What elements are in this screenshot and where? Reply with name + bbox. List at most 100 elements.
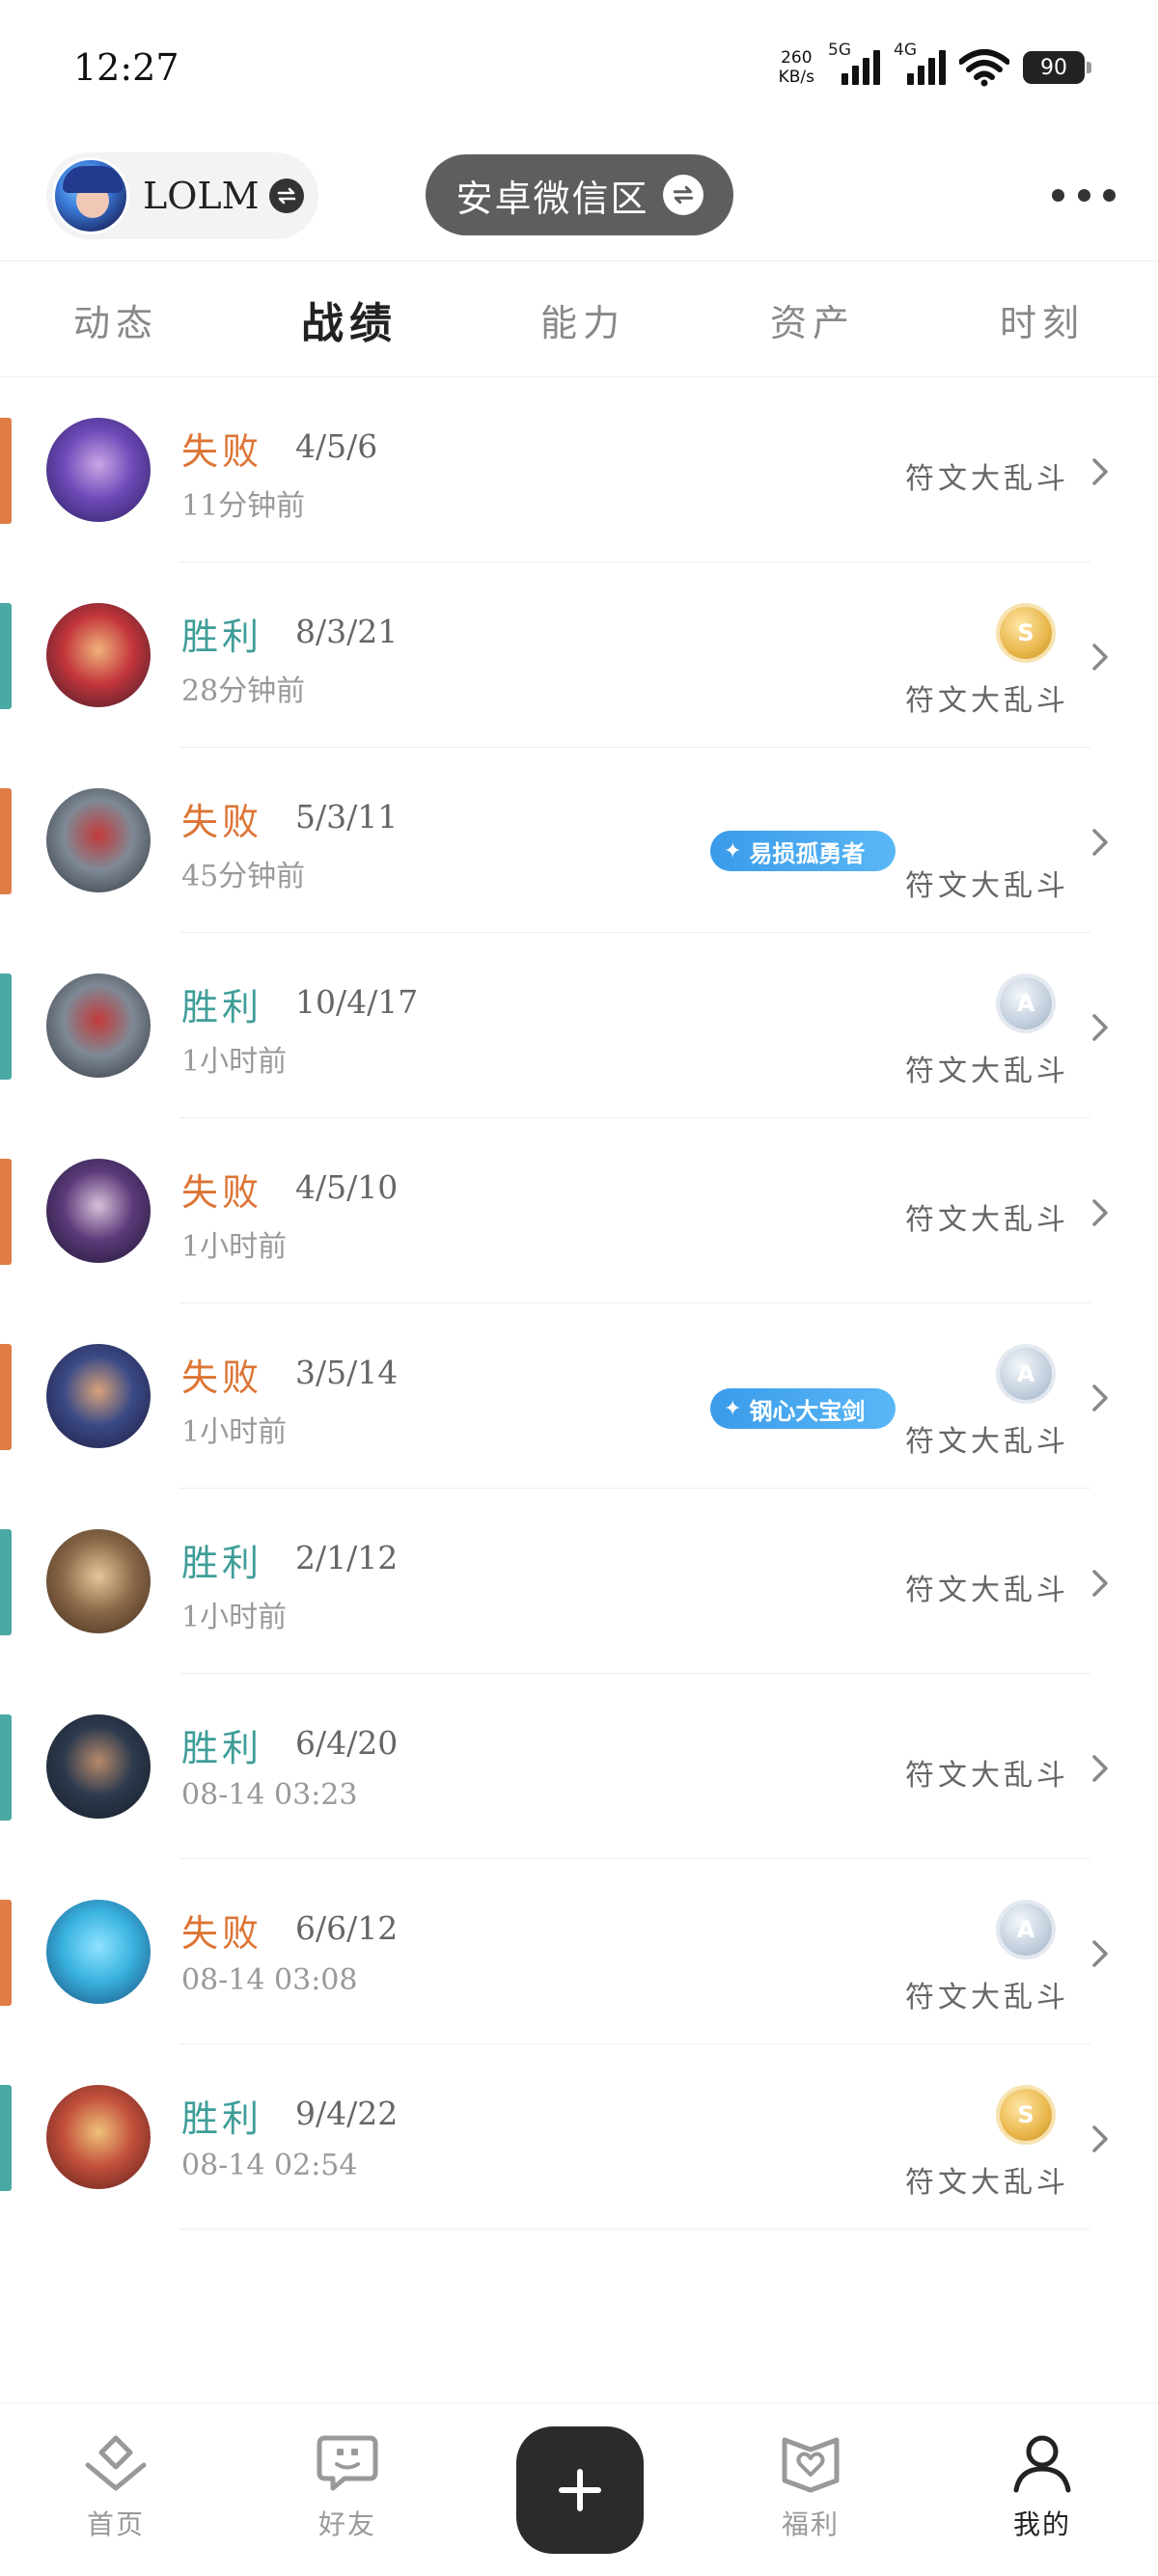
- match-row[interactable]: 胜利 2/1/12 1小时前 符文大乱斗: [0, 1489, 1158, 1674]
- chevron-right-icon: [1092, 1570, 1108, 1597]
- bottom-nav: 首页 好友 福利 我的: [0, 2402, 1158, 2576]
- match-mode: 符文大乱斗: [905, 2166, 1069, 2200]
- result-accent-bar: [0, 973, 12, 1080]
- gift-heart-icon: [782, 2437, 840, 2493]
- match-mode: 符文大乱斗: [905, 1425, 1069, 1459]
- signal-5g-icon: 5G: [828, 41, 880, 89]
- match-kda: 6/4/20: [295, 1724, 399, 1762]
- account-name: LOLM: [143, 175, 260, 217]
- server-name: 安卓微信区: [455, 177, 649, 220]
- chat-icon: [317, 2435, 378, 2491]
- nav-benefits-label: 福利: [781, 2508, 840, 2540]
- tab-activity[interactable]: 动态: [39, 262, 193, 376]
- champion-avatar: [46, 1344, 151, 1448]
- match-mode: 符文大乱斗: [905, 1981, 1069, 2014]
- result-accent-bar: [0, 418, 12, 524]
- champion-avatar: [46, 973, 151, 1078]
- tab-match-history[interactable]: 战绩: [272, 262, 427, 376]
- medal-s-icon: S: [1000, 2089, 1052, 2141]
- match-row[interactable]: 失败 4/5/6 11分钟前 符文大乱斗: [0, 377, 1158, 562]
- match-mode: 符文大乱斗: [905, 1055, 1069, 1088]
- medal-a-icon: A: [1000, 1904, 1052, 1956]
- match-time: 08-14 03:23: [181, 1778, 358, 1812]
- match-kda: 5/3/11: [295, 798, 399, 836]
- plus-icon: [559, 2469, 601, 2511]
- server-switcher[interactable]: 安卓微信区: [426, 154, 733, 235]
- match-row[interactable]: 胜利 10/4/17 1小时前 符文大乱斗 A: [0, 933, 1158, 1118]
- achievement-badge-label: 钢心大宝剑: [749, 1397, 866, 1425]
- home-icon: [85, 2435, 147, 2491]
- nav-friends[interactable]: 好友: [270, 2403, 425, 2576]
- result-accent-bar: [0, 1714, 12, 1821]
- add-button[interactable]: [516, 2426, 644, 2554]
- match-time: 08-14 02:54: [181, 2149, 358, 2182]
- match-kda: 6/6/12: [295, 1909, 399, 1947]
- champion-avatar: [46, 1900, 151, 2004]
- status-icons: 260 KB/s 5G 4G 90: [779, 39, 1091, 96]
- chevron-right-icon: [1092, 1940, 1108, 1967]
- chevron-right-icon: [1092, 1199, 1108, 1226]
- match-result: 胜利: [181, 1542, 263, 1584]
- match-result: 失败: [181, 1912, 263, 1955]
- match-result: 胜利: [181, 616, 263, 658]
- nav-benefits[interactable]: 福利: [733, 2403, 888, 2576]
- match-row[interactable]: 失败 6/6/12 08-14 03:08 符文大乱斗 A: [0, 1859, 1158, 2044]
- swap-icon: [662, 175, 703, 215]
- medal-s-icon: S: [1000, 607, 1052, 659]
- match-result: 失败: [181, 1171, 263, 1214]
- result-accent-bar: [0, 1344, 12, 1450]
- chevron-right-icon: [1092, 644, 1108, 671]
- result-accent-bar: [0, 788, 12, 894]
- status-bar: 12:27 260 KB/s 5G 4G 90: [0, 0, 1158, 135]
- more-icon[interactable]: [1052, 183, 1116, 206]
- achievement-badge: ✦ 易损孤勇者: [710, 831, 896, 871]
- chevron-right-icon: [1092, 2125, 1108, 2152]
- account-switcher[interactable]: LOLM: [46, 152, 318, 239]
- battery-icon: 90: [1023, 51, 1091, 84]
- result-accent-bar: [0, 1900, 12, 2006]
- match-result: 胜利: [181, 2097, 263, 2140]
- battery-level: 90: [1040, 55, 1067, 80]
- match-row[interactable]: 失败 3/5/14 1小时前 符文大乱斗 A ✦ 钢心大宝剑: [0, 1303, 1158, 1489]
- match-result: 失败: [181, 1357, 263, 1399]
- match-row[interactable]: 胜利 8/3/21 28分钟前 符文大乱斗 S: [0, 562, 1158, 748]
- match-mode: 符文大乱斗: [905, 1203, 1069, 1237]
- match-result: 失败: [181, 801, 263, 843]
- nav-friends-label: 好友: [317, 2508, 376, 2540]
- match-result: 胜利: [181, 1727, 263, 1769]
- result-accent-bar: [0, 2085, 12, 2191]
- champion-avatar: [46, 603, 151, 707]
- champion-avatar: [46, 1529, 151, 1633]
- network-speed: 260 KB/s: [779, 48, 814, 87]
- signal-4g-icon: 4G: [894, 41, 946, 89]
- champion-avatar: [46, 1159, 151, 1263]
- champion-avatar: [46, 1714, 151, 1819]
- row-divider: [179, 2229, 1090, 2230]
- nav-home[interactable]: 首页: [39, 2403, 193, 2576]
- network-speed-value: 260: [781, 48, 813, 68]
- match-time: 1小时前: [181, 1045, 288, 1079]
- chevron-right-icon: [1092, 829, 1108, 856]
- match-kda: 4/5/10: [295, 1168, 399, 1206]
- match-kda: 10/4/17: [295, 983, 419, 1021]
- match-row[interactable]: 胜利 9/4/22 08-14 02:54 符文大乱斗 S: [0, 2044, 1158, 2230]
- result-accent-bar: [0, 1529, 12, 1635]
- tab-assets[interactable]: 资产: [735, 262, 890, 376]
- status-time: 12:27: [73, 46, 179, 89]
- network-speed-unit: KB/s: [778, 68, 814, 87]
- tab-ability[interactable]: 能力: [506, 262, 660, 376]
- match-row[interactable]: 胜利 6/4/20 08-14 03:23 符文大乱斗: [0, 1674, 1158, 1859]
- medal-a-icon: A: [1000, 1348, 1052, 1400]
- match-mode: 符文大乱斗: [905, 462, 1069, 496]
- nav-me[interactable]: 我的: [965, 2403, 1119, 2576]
- user-icon: [1013, 2435, 1071, 2493]
- match-kda: 9/4/22: [295, 2095, 399, 2132]
- result-accent-bar: [0, 603, 12, 709]
- profile-tabs: 动态 战绩 能力 资产 时刻: [0, 262, 1158, 376]
- tab-moments[interactable]: 时刻: [965, 262, 1119, 376]
- match-row[interactable]: 失败 4/5/10 1小时前 符文大乱斗: [0, 1118, 1158, 1303]
- match-time: 1小时前: [181, 1601, 288, 1634]
- match-row[interactable]: 失败 5/3/11 45分钟前 符文大乱斗 ✦ 易损孤勇者: [0, 748, 1158, 933]
- swap-icon: [268, 178, 304, 213]
- chevron-right-icon: [1092, 1014, 1108, 1041]
